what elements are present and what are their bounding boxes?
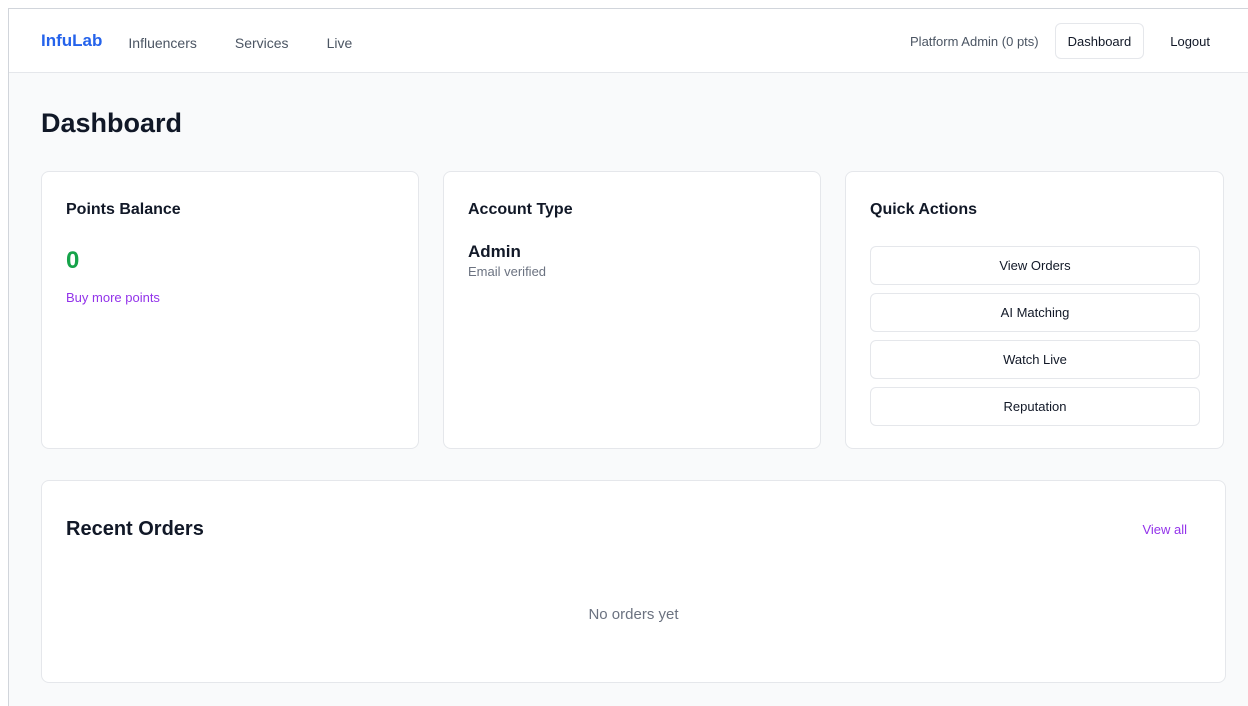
account-role: Admin bbox=[468, 242, 521, 261]
summary-cards: Points Balance 0 Buy more points Account… bbox=[41, 171, 1224, 449]
recent-orders-card: Recent Orders View all No orders yet bbox=[41, 480, 1226, 683]
quick-actions-title: Quick Actions bbox=[870, 201, 977, 218]
points-balance-card: Points Balance 0 Buy more points bbox=[41, 171, 419, 449]
email-status: Email verified bbox=[468, 264, 547, 279]
recent-orders-title: Recent Orders bbox=[66, 518, 204, 540]
main-content: Dashboard Points Balance 0 Buy more poin… bbox=[9, 107, 1248, 683]
brand-logo[interactable]: InfuLab bbox=[41, 31, 102, 51]
points-value: 0 bbox=[66, 247, 80, 274]
app-window: InfuLab Influencers Services Live Platfo… bbox=[8, 8, 1248, 706]
nav-link-influencers[interactable]: Influencers bbox=[128, 35, 196, 51]
points-card-title: Points Balance bbox=[66, 201, 181, 218]
empty-orders-message: No orders yet bbox=[588, 606, 679, 623]
dashboard-button[interactable]: Dashboard bbox=[1054, 23, 1145, 59]
nav-user-area: Platform Admin (0 pts) Dashboard Logout bbox=[910, 9, 1222, 73]
buy-points-link[interactable]: Buy more points bbox=[66, 290, 160, 305]
page-title: Dashboard bbox=[41, 108, 183, 138]
top-nav: InfuLab Influencers Services Live Platfo… bbox=[9, 9, 1248, 73]
view-orders-button[interactable]: View Orders bbox=[870, 246, 1200, 285]
nav-link-services[interactable]: Services bbox=[235, 35, 289, 51]
logout-button[interactable]: Logout bbox=[1158, 34, 1222, 49]
ai-matching-button[interactable]: AI Matching bbox=[870, 293, 1200, 332]
watch-live-button[interactable]: Watch Live bbox=[870, 340, 1200, 379]
quick-actions-card: Quick Actions View Orders AI Matching Wa… bbox=[845, 171, 1224, 449]
account-card-title: Account Type bbox=[468, 201, 573, 218]
nav-link-live[interactable]: Live bbox=[327, 35, 353, 51]
view-all-orders-link[interactable]: View all bbox=[1142, 522, 1187, 537]
quick-actions-list: View Orders AI Matching Watch Live Reput… bbox=[870, 246, 1200, 426]
nav-links: Influencers Services Live bbox=[128, 33, 390, 51]
user-label: Platform Admin (0 pts) bbox=[910, 33, 1039, 49]
reputation-button[interactable]: Reputation bbox=[870, 387, 1200, 426]
account-type-card: Account Type Admin Email verified bbox=[443, 171, 821, 449]
